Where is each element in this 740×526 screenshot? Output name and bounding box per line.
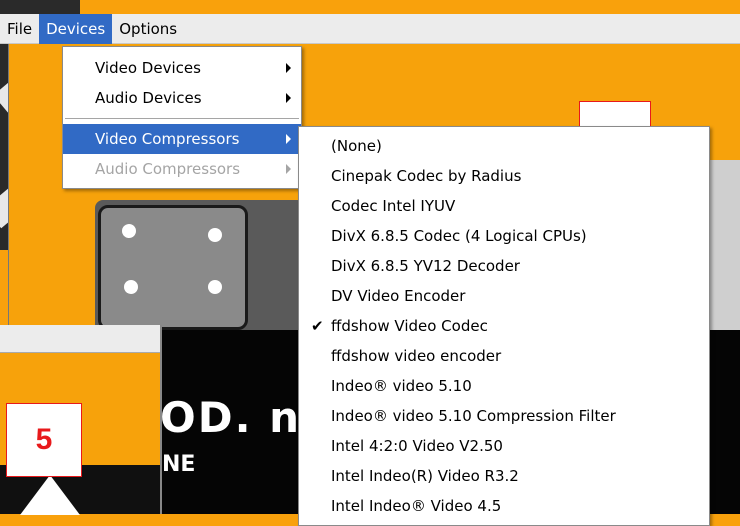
compressor-item[interactable]: (None) xyxy=(299,131,709,161)
step-5-callout: 5 xyxy=(6,403,82,477)
compressor-item[interactable]: DivX 6.8.5 YV12 Decoder xyxy=(299,251,709,281)
menu-item-audio-devices[interactable]: Audio Devices xyxy=(63,83,301,113)
compressor-item[interactable]: Intel Indeo® Video 4.5 xyxy=(299,491,709,521)
compressor-label: Intel Indeo(R) Video R3.2 xyxy=(331,467,519,485)
submenu-arrow-icon xyxy=(286,134,291,144)
menu-item-audio-compressors: Audio Compressors xyxy=(63,154,301,184)
compressor-label: Intel Indeo® Video 4.5 xyxy=(331,497,502,515)
slate-sub-text: NE xyxy=(162,452,196,477)
compressor-label: Codec Intel IYUV xyxy=(331,197,456,215)
slate-brand-text: OD. n xyxy=(160,393,302,442)
clapper-dot xyxy=(122,224,136,238)
compressor-label: DivX 6.8.5 YV12 Decoder xyxy=(331,257,520,275)
clapperboard-top xyxy=(98,205,248,330)
submenu-arrow-icon xyxy=(286,63,291,73)
menu-item-label: Audio Devices xyxy=(95,89,202,107)
submenu-arrow-icon xyxy=(286,164,291,174)
compressor-item[interactable]: Indeo® video 5.10 Compression Filter xyxy=(299,401,709,431)
compressor-item[interactable]: DivX 6.8.5 Codec (4 Logical CPUs) xyxy=(299,221,709,251)
menu-bar: File Devices Options xyxy=(0,13,740,44)
compressor-label: ffdshow video encoder xyxy=(331,347,502,365)
menu-separator xyxy=(65,118,299,119)
compressor-label: Indeo® video 5.10 xyxy=(331,377,472,395)
clapper-dot xyxy=(208,280,222,294)
submenu-arrow-icon xyxy=(286,93,291,103)
menu-options[interactable]: Options xyxy=(112,14,184,44)
menu-file[interactable]: File xyxy=(0,14,39,44)
compressor-item-checked[interactable]: ✔ ffdshow Video Codec xyxy=(299,311,709,341)
clapper-dot xyxy=(208,228,222,242)
compressor-item[interactable]: Intel 4:2:0 Video V2.50 xyxy=(299,431,709,461)
compressor-item[interactable]: Intel Indeo(R) Video R3.2 xyxy=(299,461,709,491)
compressor-label: ffdshow Video Codec xyxy=(331,317,488,335)
menu-item-video-compressors[interactable]: Video Compressors xyxy=(63,124,301,154)
menu-devices[interactable]: Devices xyxy=(39,13,113,44)
check-mark-icon: ✔ xyxy=(311,317,324,335)
compressor-item[interactable]: ffdshow video encoder xyxy=(299,341,709,371)
video-compressors-menu: (None) Cinepak Codec by Radius Codec Int… xyxy=(298,126,710,526)
menu-item-label: Video Devices xyxy=(95,59,201,77)
compressor-item[interactable]: Codec Intel IYUV xyxy=(299,191,709,221)
compressor-label: Indeo® video 5.10 Compression Filter xyxy=(331,407,616,425)
secondary-window-wedge xyxy=(20,475,80,515)
compressor-item[interactable]: Indeo® video 5.10 xyxy=(299,371,709,401)
devices-menu: Video Devices Audio Devices Video Compre… xyxy=(62,46,302,189)
compressor-label: (None) xyxy=(331,137,382,155)
compressor-label: DivX 6.8.5 Codec (4 Logical CPUs) xyxy=(331,227,587,245)
menu-item-video-devices[interactable]: Video Devices xyxy=(63,53,301,83)
compressor-item[interactable]: Cinepak Codec by Radius xyxy=(299,161,709,191)
clapper-dot xyxy=(124,280,138,294)
compressor-item[interactable]: DV Video Encoder xyxy=(299,281,709,311)
compressor-label: DV Video Encoder xyxy=(331,287,466,305)
secondary-window-titlebar xyxy=(0,325,160,353)
menu-item-label: Audio Compressors xyxy=(95,160,241,178)
compressor-label: Cinepak Codec by Radius xyxy=(331,167,522,185)
compressor-label: Intel 4:2:0 Video V2.50 xyxy=(331,437,503,455)
menu-item-label: Video Compressors xyxy=(95,130,240,148)
